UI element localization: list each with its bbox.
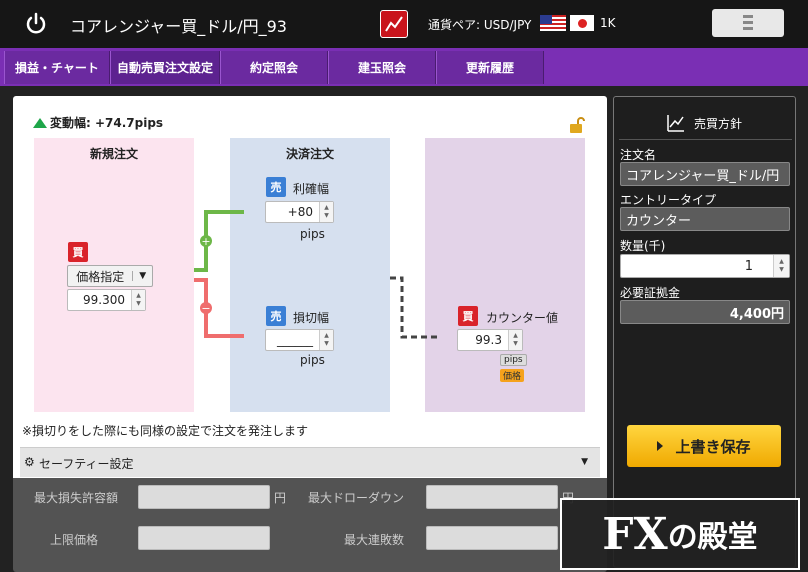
entry-type-field: カウンター <box>620 207 790 231</box>
arrow-right-icon <box>657 441 664 451</box>
chart-line-icon <box>666 113 686 133</box>
sell-badge-tp: 売 <box>266 177 286 197</box>
tab-pnl-chart[interactable]: 損益・チャート <box>4 51 110 84</box>
max-consecutive-loss-label: 最大連敗数 <box>343 533 404 547</box>
overwrite-save-button[interactable]: 上書き保存 <box>627 425 781 467</box>
tab-execution-inquiry[interactable]: 約定照会 <box>220 51 328 84</box>
upper-price-input[interactable] <box>138 526 270 550</box>
order-name-label: 注文名 <box>620 148 657 162</box>
up-arrow-icon <box>33 118 47 128</box>
quantity-spinner[interactable]: ▲ ▼ <box>773 255 789 277</box>
nav-tabs: 損益・チャート 自動売買注文設定 約定照会 建玉照会 更新履歴 <box>0 48 808 86</box>
price-type-value: 価格指定 <box>76 269 125 284</box>
jp-flag-icon <box>570 15 594 31</box>
svg-text:−: − <box>201 302 210 315</box>
take-profit-input[interactable]: +80 ▲ ▼ <box>265 201 334 223</box>
settle-order-title: 決済注文 <box>285 147 334 161</box>
counter-spinner[interactable]: ▲ ▼ <box>508 330 522 350</box>
new-order-title: 新規注文 <box>89 147 138 161</box>
pips-tag[interactable]: pips <box>500 354 527 366</box>
safety-settings-header[interactable]: ⚙ セーフティー設定 ▼ <box>20 447 600 477</box>
max-loss-input[interactable] <box>138 485 270 509</box>
take-profit-label: 利確幅 <box>293 182 330 196</box>
tp-spinner[interactable]: ▲ ▼ <box>319 202 333 222</box>
sl-spinner[interactable]: ▲ ▼ <box>319 330 333 350</box>
required-margin-label: 必要証拠金 <box>620 286 681 300</box>
required-margin-field: 4,400円 <box>620 300 790 324</box>
top-bar: コアレンジャー買_ドル/円_93 通貨ペア: USD/JPY 1K <box>0 0 808 48</box>
tab-position-inquiry[interactable]: 建玉照会 <box>328 51 436 84</box>
menu-button[interactable] <box>712 9 784 37</box>
change-width-label: 変動幅: +74.7pips <box>50 116 164 130</box>
quantity-label: 数量(千) <box>620 239 666 253</box>
counter-value-label: カウンター値 <box>486 311 559 325</box>
max-loss-unit: 円 <box>274 491 287 505</box>
tab-auto-trade-settings[interactable]: 自動売買注文設定 <box>110 51 220 84</box>
max-consecutive-loss-input[interactable] <box>426 526 558 550</box>
tp-unit: pips <box>300 227 325 241</box>
site-logo: FX の殿堂 <box>560 498 800 570</box>
safety-settings-title: セーフティー設定 <box>39 457 134 471</box>
stop-loss-note: ※損切りをした際にも同様の設定で注文を発注します <box>22 424 309 438</box>
entry-type-label: エントリータイプ <box>620 193 717 207</box>
price-spinner[interactable]: ▲ ▼ <box>131 290 145 310</box>
order-name-field: コアレンジャー買_ドル/円 <box>620 162 790 186</box>
svg-text:+: + <box>201 235 210 248</box>
currency-pair-label: 通貨ペア: USD/JPY <box>428 18 532 32</box>
chevron-down-icon: ▼ <box>132 271 152 281</box>
stop-loss-input[interactable]: ______ ▲ ▼ <box>265 329 334 351</box>
stop-loss-label: 損切幅 <box>293 311 330 325</box>
buy-badge-counter: 買 <box>458 306 478 326</box>
sell-badge-sl: 売 <box>266 306 286 326</box>
max-loss-label: 最大損失許容額 <box>33 491 118 505</box>
us-flag-icon <box>540 15 566 31</box>
unlock-icon[interactable] <box>568 116 586 134</box>
power-icon[interactable] <box>24 12 48 36</box>
price-tag[interactable]: 価格 <box>500 369 525 382</box>
chart-icon[interactable] <box>380 10 408 38</box>
gear-icon: ⚙ <box>24 455 35 469</box>
entry-price-input[interactable]: 99.300 ▲ ▼ <box>67 289 146 311</box>
quantity-input[interactable]: 1 ▲ ▼ <box>620 254 790 278</box>
buy-badge: 買 <box>68 242 88 262</box>
chevron-down-icon: ▼ <box>581 457 588 467</box>
upper-price-label: 上限価格 <box>49 533 98 547</box>
page-title: コアレンジャー買_ドル/円_93 <box>70 17 287 36</box>
tab-update-history[interactable]: 更新履歴 <box>436 51 544 84</box>
side-panel-title: 売買方針 <box>694 117 743 131</box>
counter-value-input[interactable]: 99.3 ▲ ▼ <box>457 329 523 351</box>
sl-unit: pips <box>300 353 325 367</box>
max-drawdown-label: 最大ドローダウン <box>307 491 404 505</box>
max-drawdown-input[interactable] <box>426 485 558 509</box>
lot-size: 1K <box>600 16 616 30</box>
price-type-select[interactable]: 価格指定 ▼ <box>67 265 153 287</box>
menu-icon <box>743 15 753 31</box>
